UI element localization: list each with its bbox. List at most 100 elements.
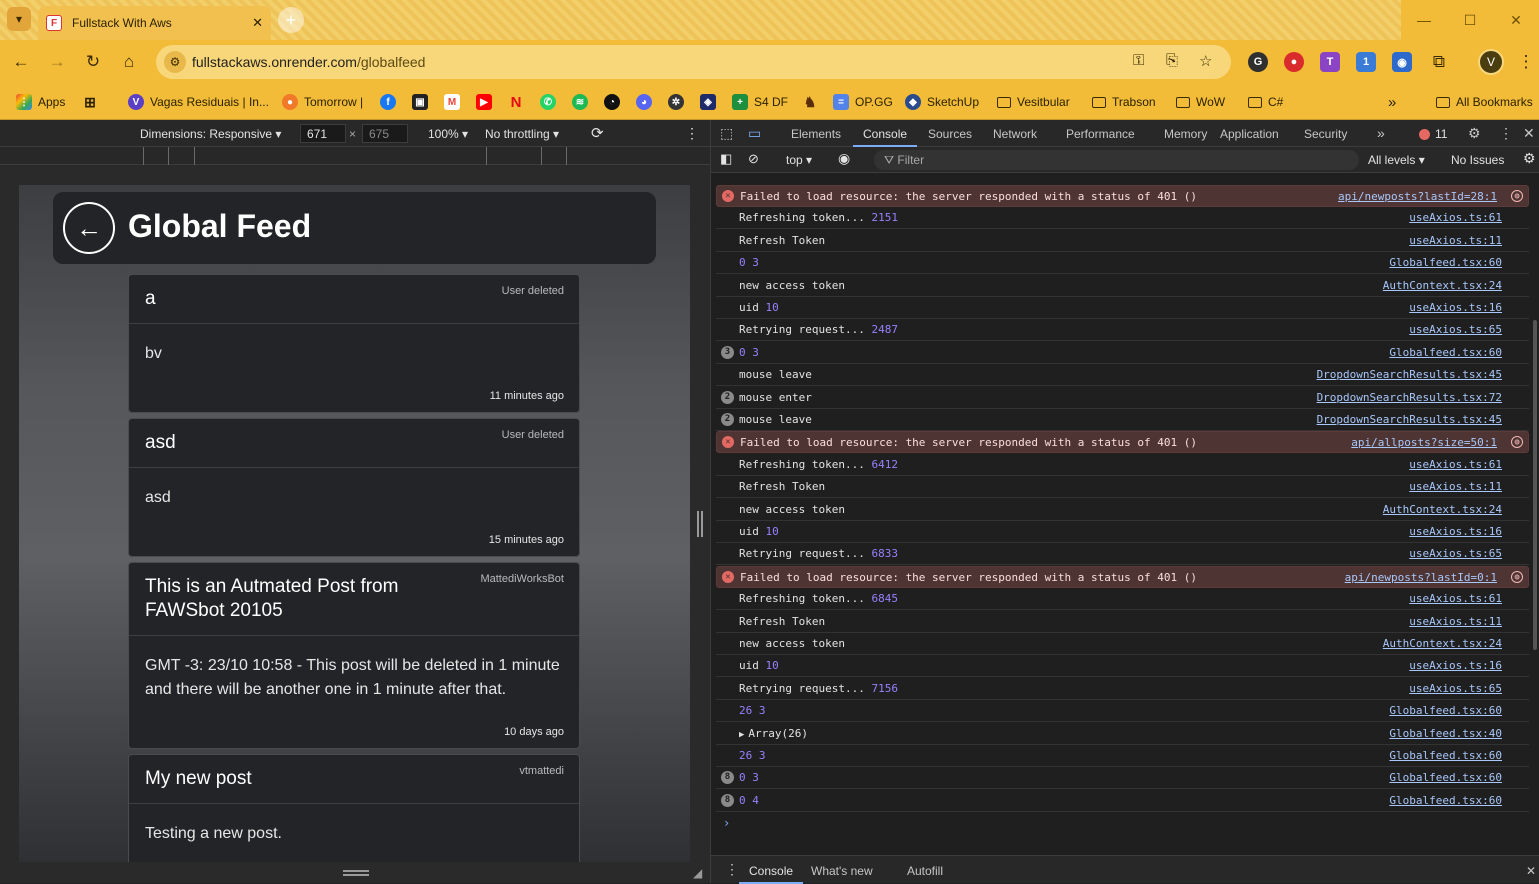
profile-avatar[interactable]: V (1478, 49, 1504, 75)
network-globe-icon[interactable]: ◍ (1511, 570, 1523, 583)
console-log-row[interactable]: new access token AuthContext.tsx:24 (716, 499, 1529, 521)
close-tab-icon[interactable]: ✕ (252, 15, 263, 31)
window-close-icon[interactable]: ✕ (1493, 0, 1539, 40)
password-key-icon[interactable]: ⚿ (1133, 52, 1144, 69)
settings-gear-icon[interactable]: ⚙ (1468, 125, 1481, 142)
viewport-resize-handle-bottom[interactable] (343, 870, 369, 872)
bookmark-apps[interactable]: ⋮ Apps (16, 93, 65, 111)
source-link[interactable]: useAxios.ts:16 (1409, 301, 1502, 314)
source-link[interactable]: DropdownSearchResults.tsx:45 (1317, 413, 1502, 426)
console-log-row[interactable]: Retrying request... 7156 useAxios.ts:65 (716, 678, 1529, 700)
grammarly-extension-icon[interactable]: G (1248, 52, 1268, 72)
source-link[interactable]: Globalfeed.tsx:60 (1389, 771, 1502, 784)
console-log-row[interactable]: Refreshing token... 2151 useAxios.ts:61 (716, 207, 1529, 230)
console-log-row[interactable]: Refresh Token useAxios.ts:11 (716, 476, 1529, 499)
viewport-height-input[interactable]: 675 (362, 124, 408, 143)
close-devtools-icon[interactable]: ✕ (1523, 125, 1535, 142)
network-globe-icon[interactable]: ◍ (1511, 190, 1523, 202)
rotate-icon[interactable]: ⟳ (591, 124, 604, 142)
console-log-row[interactable]: Refresh Token useAxios.ts:11 (716, 230, 1529, 252)
console-log-row[interactable]: Refreshing token... 6845 useAxios.ts:61 (716, 588, 1529, 611)
source-link[interactable]: useAxios.ts:61 (1409, 211, 1502, 224)
home-icon[interactable]: ⌂ (117, 50, 141, 74)
bookmark-opgg[interactable]: = OP.GG (833, 93, 893, 111)
device-toggle-icon[interactable]: ▭ (748, 125, 761, 142)
drawer-tab-console[interactable]: Console (739, 856, 804, 884)
bookmark-site2[interactable]: ◔ (604, 93, 620, 111)
console-log-row[interactable]: 0 3 Globalfeed.tsx:60 (716, 252, 1529, 275)
extension-badged-icon[interactable]: 1 (1356, 52, 1376, 72)
close-drawer-icon[interactable]: ✕ (1526, 856, 1536, 884)
drawer-tab-whats-new[interactable]: What's new (811, 856, 873, 884)
viewport-width-input[interactable]: 671 (300, 124, 346, 143)
more-tabs-icon[interactable]: » (1377, 125, 1385, 141)
source-link[interactable]: Globalfeed.tsx:60 (1389, 749, 1502, 762)
source-link[interactable]: useAxios.ts:65 (1409, 682, 1502, 695)
source-link[interactable]: Globalfeed.tsx:60 (1389, 704, 1502, 717)
error-counter[interactable]: 11 (1419, 127, 1447, 141)
console-log-row[interactable]: 26 3 Globalfeed.tsx:60 (716, 700, 1529, 723)
clear-console-icon[interactable]: ⊘ (748, 151, 759, 167)
back-button[interactable]: ← (63, 202, 115, 254)
console-log-row[interactable]: Refresh Token useAxios.ts:11 (716, 611, 1529, 633)
bookmark-spotify[interactable]: ≋ (572, 93, 588, 111)
zoom-dropdown[interactable]: 100% ▾ (428, 127, 468, 141)
bookmark-vagas[interactable]: V Vagas Residuais | In... (128, 93, 269, 111)
post-card[interactable]: This is an Autmated Post from FAWSbot 20… (128, 562, 580, 749)
bookmark-folder-vesitbular[interactable]: Vesitbular (997, 93, 1070, 111)
source-link[interactable]: useAxios.ts:11 (1409, 480, 1502, 493)
console-log-row[interactable]: uid 10 useAxios.ts:16 (716, 521, 1529, 543)
drawer-tab-autofill[interactable]: Autofill (907, 856, 943, 884)
console-log-row[interactable]: ▶ Array(26) Globalfeed.tsx:40 (716, 723, 1529, 745)
tab-network[interactable]: Network (993, 120, 1037, 147)
source-link[interactable]: Globalfeed.tsx:40 (1389, 727, 1502, 740)
console-log-row[interactable]: 26 3 Globalfeed.tsx:60 (716, 745, 1529, 767)
bookmark-grid[interactable]: ⊞ (82, 93, 98, 111)
bookmark-site3[interactable]: ✲ (668, 93, 684, 111)
console-settings-icon[interactable]: ⚙ (1523, 150, 1536, 167)
console-log-row[interactable]: Retrying request... 6833 useAxios.ts:65 (716, 543, 1529, 566)
console-error-row[interactable]: ✕ Failed to load resource: the server res… (716, 185, 1529, 207)
device-toolbar-menu-icon[interactable]: ⋮ (685, 125, 699, 142)
tab-security[interactable]: Security (1304, 120, 1347, 147)
new-tab-button[interactable]: + (278, 7, 304, 33)
reload-icon[interactable]: ↻ (81, 50, 105, 74)
source-link[interactable]: DropdownSearchResults.tsx:45 (1317, 368, 1502, 381)
bookmark-whatsapp[interactable]: ✆ (540, 93, 556, 111)
bookmark-youtube[interactable]: ▶ (476, 93, 492, 111)
bookmark-netflix[interactable]: N (508, 93, 524, 111)
source-link[interactable]: useAxios.ts:61 (1409, 458, 1502, 471)
console-log-row[interactable]: uid 10 useAxios.ts:16 (716, 655, 1529, 678)
source-link[interactable]: AuthContext.tsx:24 (1383, 279, 1502, 292)
devtools-menu-icon[interactable]: ⋮ (1499, 125, 1513, 142)
console-log-row[interactable]: 8 0 3 Globalfeed.tsx:60 (716, 767, 1529, 790)
tab-memory[interactable]: Memory (1164, 120, 1207, 147)
more-bookmarks-icon[interactable]: » (1388, 93, 1396, 111)
source-link[interactable]: Globalfeed.tsx:60 (1389, 256, 1502, 269)
bookmark-site4[interactable]: ◈ (700, 93, 716, 111)
bookmark-folder-csharp[interactable]: C# (1248, 93, 1283, 111)
browser-tab-active[interactable]: F Fullstack With Aws ✕ (38, 6, 271, 40)
source-link[interactable]: api/allposts?size=50:1 (1351, 436, 1497, 449)
console-log-row[interactable]: mouse leave DropdownSearchResults.tsx:45 (716, 364, 1529, 387)
bookmark-discord[interactable]: ◕ (636, 93, 652, 111)
console-log-row[interactable]: 2 mouse enter DropdownSearchResults.tsx:72 (716, 387, 1529, 409)
console-filter-input[interactable]: ⛛ Filter (874, 150, 1359, 170)
viewport-resize-handle-right[interactable] (697, 511, 699, 537)
source-link[interactable]: Globalfeed.tsx:60 (1389, 794, 1502, 807)
throttling-dropdown[interactable]: No throttling ▾ (485, 127, 559, 141)
twitch-extension-icon[interactable]: T (1320, 52, 1340, 72)
drawer-menu-icon[interactable]: ⋮ (725, 856, 739, 884)
console-scrollbar[interactable] (1533, 320, 1537, 650)
dimensions-dropdown[interactable]: Dimensions: Responsive ▾ (140, 127, 281, 141)
address-bar[interactable]: ⚙ fullstackaws.onrender.com/globalfeed ⚿… (156, 45, 1231, 79)
bookmark-star-icon[interactable]: ☆ (1199, 52, 1212, 70)
bookmark-tomorrow[interactable]: ● Tomorrow | (282, 93, 363, 111)
live-expression-eye-icon[interactable]: ◉ (838, 150, 850, 167)
bookmark-folder-trabson[interactable]: Trabson (1092, 93, 1156, 111)
console-log-row[interactable]: Retrying request... 2487 useAxios.ts:65 (716, 319, 1529, 342)
console-log-row[interactable]: new access token AuthContext.tsx:24 (716, 633, 1529, 655)
bookmark-s4df[interactable]: + S4 DF (732, 93, 788, 111)
bookmark-folder-wow[interactable]: WoW (1176, 93, 1225, 111)
resize-corner-icon[interactable]: ◢ (693, 866, 702, 880)
